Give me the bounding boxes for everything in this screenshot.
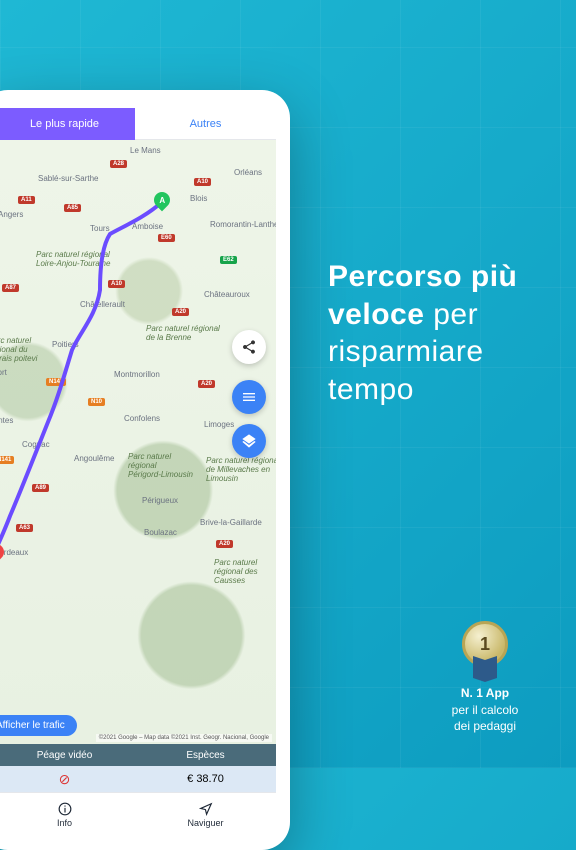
layers-button[interactable] (232, 424, 266, 458)
road-badge: A63 (16, 524, 33, 532)
cost-video-value: ⊘ (0, 766, 135, 792)
layers-icon (241, 433, 257, 449)
map-attribution: ©2021 Google – Map data ©2021 Inst. Geog… (96, 734, 272, 742)
nav-info[interactable]: Info (0, 793, 135, 836)
city-nantes: Nantes (0, 416, 13, 425)
road-badge: E60 (158, 234, 175, 242)
cost-value-row: ⊘ € 38.70 (0, 766, 276, 792)
menu-icon (241, 389, 257, 405)
tablet-frame: Le plus rapide Autres Le Mans Orléans To… (0, 90, 290, 850)
city-amboise: Amboise (132, 222, 163, 231)
city-limoges: Limoges (204, 420, 234, 429)
road-badge: E62 (220, 256, 237, 264)
award-badge: 1 N. 1 App per il calcolo dei pedaggi (420, 621, 550, 734)
navigate-icon (199, 802, 213, 816)
city-blois: Blois (190, 194, 207, 203)
city-sable: Sablé-sur-Sarthe (38, 174, 98, 183)
nav-info-label: Info (57, 818, 72, 828)
route-tabs: Le plus rapide Autres (0, 108, 276, 140)
city-romorantin: Romorantin-Lanthen (210, 220, 276, 229)
nav-navigate-label: Naviguer (187, 818, 223, 828)
city-angouleme: Angoulême (74, 454, 114, 463)
nav-navigate[interactable]: Naviguer (135, 793, 276, 836)
road-badge: A20 (172, 308, 189, 316)
park-perigord: Parc naturel régional Périgord-Limousin (128, 452, 193, 479)
city-orleans: Orléans (234, 168, 262, 177)
city-niort: Niort (0, 368, 7, 377)
city-perigueux: Périgueux (142, 496, 178, 505)
city-chateauroux: Châteauroux (204, 290, 250, 299)
traffic-toggle[interactable]: Afficher le trafic (0, 715, 77, 736)
map-view[interactable]: Le Mans Orléans Tours Angers Poitiers Li… (0, 140, 276, 744)
headline-bold1: Percorso più (328, 260, 517, 293)
route-list-button[interactable] (232, 380, 266, 414)
city-montmorillon: Montmorillon (114, 370, 160, 379)
tab-fastest[interactable]: Le plus rapide (0, 108, 135, 140)
city-bouilac: Boulazac (144, 528, 177, 537)
tablet-screen: Le plus rapide Autres Le Mans Orléans To… (0, 108, 276, 836)
info-icon (58, 802, 72, 816)
park-marais: Parc naturel régional du Marais poitevi (0, 336, 37, 363)
ribbon-right (485, 656, 497, 682)
road-badge: A11 (18, 196, 35, 204)
road-badge: N147 (46, 378, 66, 386)
award-line2: per il calcolo (452, 702, 519, 718)
city-cognac: Cognac (22, 440, 50, 449)
award-line3: dei pedaggi (454, 718, 516, 734)
road-badge: A89 (32, 484, 49, 492)
share-button[interactable] (232, 330, 266, 364)
city-angers: Angers (0, 210, 23, 219)
city-confolens: Confolens (124, 414, 160, 423)
share-icon (241, 339, 257, 355)
road-badge: N141 (0, 456, 14, 464)
city-brive: Brive-la-Gaillarde (200, 518, 262, 527)
marketing-headline: Percorso più veloce per risparmiare temp… (328, 258, 560, 408)
bottom-nav: Info Naviguer (0, 792, 276, 836)
cost-cash-value: € 38.70 (135, 766, 276, 792)
medal-rank: 1 (480, 632, 490, 656)
park-millevaches: Parc naturel régional de Millevaches en … (206, 456, 276, 483)
road-badge: A20 (198, 380, 215, 388)
city-poitiers: Poitiers (52, 340, 79, 349)
road-badge: A28 (110, 160, 127, 168)
road-badge: A10 (194, 178, 211, 186)
city-tours: Tours (90, 224, 110, 233)
cost-head-video: Péage vidéo (0, 744, 135, 766)
park-loire: Parc naturel régional Loire-Anjou-Tourai… (36, 250, 110, 268)
road-badge: N10 (88, 398, 105, 406)
city-lemans: Le Mans (130, 146, 161, 155)
award-line1: N. 1 App (461, 685, 509, 701)
road-badge: A87 (2, 284, 19, 292)
cost-header-row: Péage vidéo Espèces (0, 744, 276, 766)
road-badge: A20 (216, 540, 233, 548)
city-chatellerault: Châtellerault (80, 300, 125, 309)
medal-icon: 1 (462, 621, 508, 667)
tab-others[interactable]: Autres (135, 108, 276, 140)
headline-bold2: veloce (328, 298, 424, 331)
road-badge: A85 (64, 204, 81, 212)
ribbon-left (473, 656, 485, 682)
park-causses: Parc naturel régional des Causses (214, 558, 258, 585)
road-badge: A10 (108, 280, 125, 288)
park-brenne: Parc naturel régional de la Brenne (146, 324, 220, 342)
cost-head-cash: Espèces (135, 744, 276, 766)
